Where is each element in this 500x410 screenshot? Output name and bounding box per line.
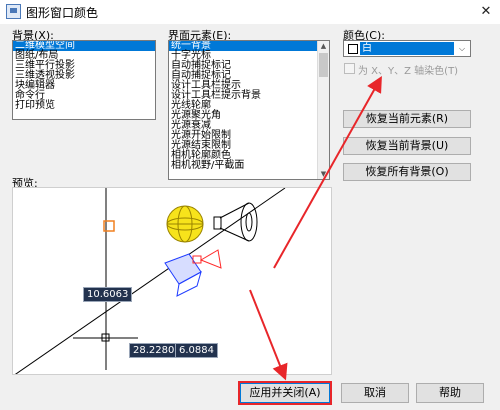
elements-list-item[interactable]: 相机视野/平截面 [169, 161, 329, 171]
color-value: 白 [360, 42, 454, 55]
restore-context-button[interactable]: 恢复当前背景(U) [343, 137, 471, 155]
coordinate-readout: 28.2280 [129, 343, 179, 358]
restore-element-button[interactable]: 恢复当前元素(R) [343, 110, 471, 128]
window-title: 图形窗口颜色 [26, 6, 99, 20]
tint-axes-label: 为 X、Y、Z 轴染色(T) [358, 66, 459, 77]
scroll-up-arrow-icon[interactable]: ▲ [318, 41, 329, 51]
coordinate-readout: 10.6063 [83, 287, 133, 302]
tint-axes-checkbox[interactable] [344, 63, 355, 74]
preview-pane: 10.6063 28.2280 6.0884 [12, 187, 332, 375]
scroll-down-arrow-icon[interactable]: ▼ [318, 169, 329, 179]
restore-all-button[interactable]: 恢复所有背景(O) [343, 163, 471, 181]
app-icon [6, 4, 21, 19]
scrollbar-thumb[interactable] [319, 53, 328, 77]
color-swatch [348, 44, 358, 54]
apply-and-close-button[interactable]: 应用并关闭(A) [238, 381, 332, 405]
cancel-button[interactable]: 取消 [341, 383, 409, 403]
close-button[interactable]: ✕ [472, 0, 500, 24]
context-list[interactable]: 二维模型空间 图纸/布局 三维平行投影 三维透视投影 块编辑器 命令行 打印预览 [12, 40, 156, 120]
elements-scrollbar[interactable]: ▲ ▼ [317, 41, 329, 179]
title-bar: 图形窗口颜色 ✕ [0, 0, 500, 24]
context-list-item[interactable]: 打印预览 [13, 101, 155, 111]
help-button[interactable]: 帮助 [416, 383, 484, 403]
interface-elements-list[interactable]: 统一背景 十字光标 自动捕捉标记 自动捕捉标记 设计工具栏提示 设计工具栏提示背景 光线轮廓… [168, 40, 330, 180]
camera-icon [164, 249, 222, 297]
color-select[interactable]: 白 ⌵ [343, 40, 471, 57]
chevron-down-icon[interactable]: ⌵ [455, 42, 469, 55]
coordinate-readout: 6.0884 [175, 343, 218, 358]
light-globe-icon [166, 205, 204, 243]
